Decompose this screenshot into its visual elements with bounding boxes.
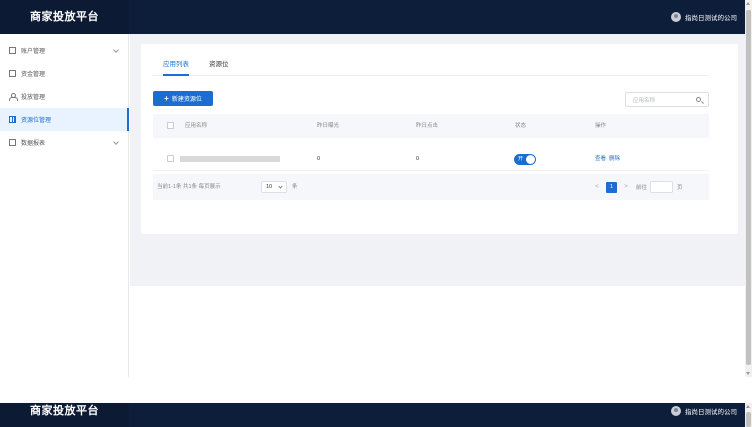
user-menu[interactable]: 指尚日测试的公司 — [671, 403, 737, 419]
sidebar-item-delivery[interactable]: 投放管理 — [0, 85, 128, 108]
table-header: 应用名称 昨日曝光 昨日点击 状态 操作 — [153, 114, 709, 138]
scroll-up-icon[interactable] — [746, 405, 750, 408]
page-size-unit: 条 — [292, 184, 298, 190]
app-frame-secondary: 商家投放平台 指尚日测试的公司 — [0, 403, 745, 427]
sidebar-item-label: 资源位管理 — [21, 118, 52, 124]
new-resource-slot-button[interactable]: + 新建资源位 — [153, 91, 213, 106]
app-frame: 商家投放平台 指尚日测试的公司 账户管理 资金管理 投放管理 资源位管理 数据报… — [0, 0, 745, 377]
chevron-down-icon — [113, 47, 119, 53]
tab-app-list[interactable]: 应用列表 — [163, 58, 189, 76]
grid-icon — [9, 116, 16, 123]
view-link[interactable]: 查看 — [595, 156, 606, 162]
pagination-summary: 当前1-1条 共1条 每页展示 — [157, 184, 221, 190]
sidebar-item-label: 资金管理 — [21, 72, 46, 78]
page-size-select[interactable]: 10 — [261, 181, 287, 193]
avatar-icon — [671, 12, 681, 22]
pagination-bar: 当前1-1条 共1条 每页展示 10 条 < 1 > 前往 页 — [153, 174, 709, 200]
page-size-value: 10 — [266, 184, 273, 190]
report-icon — [9, 139, 16, 146]
row-actions: 查看 删除 — [595, 147, 623, 171]
page: 商家投放平台 指尚日测试的公司 账户管理 资金管理 投放管理 资源位管理 数据报… — [0, 0, 752, 427]
person-icon — [9, 93, 18, 101]
scroll-up-icon[interactable] — [746, 2, 750, 5]
new-button-label: 新建资源位 — [171, 97, 202, 103]
click-value: 0 — [416, 156, 420, 162]
sidebar-item-label: 投放管理 — [21, 95, 46, 101]
brand-title: 商家投放平台 — [0, 0, 129, 34]
exposure-value: 0 — [317, 156, 321, 162]
scrollbar-thumb[interactable] — [746, 412, 751, 427]
goto-page-input[interactable] — [650, 181, 674, 193]
column-header: 昨日点击 — [416, 123, 439, 129]
main-content: 应用列表 资源位 + 新建资源位 应用名称 应用名称 昨日曝光 昨日点击 状态 … — [130, 34, 745, 377]
delete-link[interactable]: 删除 — [609, 156, 620, 162]
status-toggle[interactable]: 开 — [514, 154, 536, 165]
top-header-secondary: 商家投放平台 指尚日测试的公司 — [0, 403, 745, 427]
app-name-redacted — [180, 156, 280, 162]
page-number-current[interactable]: 1 — [606, 181, 617, 193]
sidebar: 账户管理 资金管理 投放管理 资源位管理 数据报表 — [0, 34, 129, 377]
toggle-knob — [526, 155, 535, 164]
app-name-search-input[interactable]: 应用名称 — [625, 92, 709, 107]
user-menu[interactable]: 指尚日测试的公司 — [671, 0, 737, 34]
fund-icon — [9, 70, 16, 77]
column-header: 昨日曝光 — [317, 123, 340, 129]
chevron-down-icon — [113, 139, 119, 145]
account-icon — [9, 47, 16, 54]
tab-bar: 应用列表 资源位 — [153, 58, 709, 76]
top-header: 商家投放平台 指尚日测试的公司 — [0, 0, 745, 34]
scrollbar-thumb[interactable] — [746, 10, 751, 365]
prev-page-icon[interactable]: < — [593, 180, 601, 194]
pager: < 1 > 前往 页 — [593, 180, 683, 194]
sidebar-item-label: 账户管理 — [21, 49, 46, 55]
vertical-scrollbar[interactable] — [745, 0, 752, 377]
sidebar-item-account[interactable]: 账户管理 — [0, 39, 128, 62]
chevron-down-icon — [278, 184, 283, 189]
user-name: 指尚日测试的公司 — [685, 15, 737, 22]
status-toggle-label: 开 — [518, 156, 524, 162]
page-unit: 页 — [677, 185, 683, 191]
goto-label: 前往 — [636, 185, 648, 191]
column-header: 状态 — [515, 123, 527, 129]
select-all-checkbox[interactable] — [167, 122, 174, 129]
table-row: 0 0 开 查看 删除 — [153, 147, 709, 171]
plus-icon: + — [164, 93, 169, 103]
column-header: 应用名称 — [185, 123, 208, 129]
tab-resource-slot[interactable]: 资源位 — [209, 58, 229, 76]
search-icon[interactable] — [696, 97, 701, 102]
scroll-down-icon[interactable] — [746, 372, 750, 375]
brand-title: 商家投放平台 — [0, 403, 129, 427]
avatar-icon — [671, 406, 681, 416]
row-checkbox[interactable] — [167, 155, 174, 162]
next-page-icon[interactable]: > — [622, 180, 630, 194]
search-placeholder: 应用名称 — [633, 97, 656, 104]
column-header: 操作 — [595, 123, 607, 129]
sidebar-item-label: 数据报表 — [21, 141, 46, 147]
sidebar-item-fund[interactable]: 资金管理 — [0, 62, 128, 85]
sidebar-item-resource-slot[interactable]: 资源位管理 — [0, 108, 129, 131]
user-name: 指尚日测试的公司 — [685, 409, 737, 416]
vertical-scrollbar-secondary[interactable] — [745, 403, 752, 427]
sidebar-item-report[interactable]: 数据报表 — [0, 131, 128, 154]
